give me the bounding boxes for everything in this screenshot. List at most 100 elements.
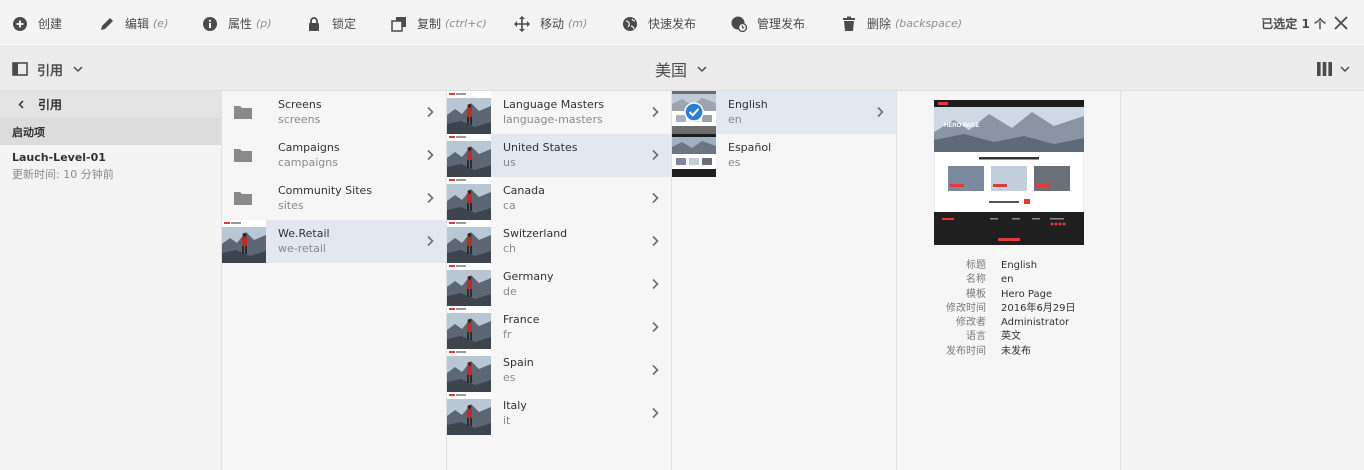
rail-section-header: 启动项 [0, 118, 221, 145]
column-row-es[interactable]: Español es [672, 134, 896, 177]
property-row: 发布时间 未发布 [897, 345, 1121, 359]
chevron-right-icon[interactable] [651, 278, 659, 290]
chevron-right-icon[interactable] [651, 192, 659, 204]
chevron-right-icon[interactable] [651, 321, 659, 333]
chevron-right-icon[interactable] [651, 407, 659, 419]
column-row-screens[interactable]: Screens screens [222, 91, 446, 134]
site-thumbnail [447, 349, 491, 392]
close-icon[interactable] [1332, 14, 1350, 32]
site-thumbnail [447, 91, 491, 134]
row-title: Spain [503, 356, 534, 369]
page-thumbnail [672, 91, 716, 134]
column-row-sites[interactable]: Community Sites sites [222, 177, 446, 220]
quick-publish-button[interactable]: 快速发布 [622, 0, 696, 47]
row-name: screens [278, 113, 321, 126]
quick-publish-label: 快速发布 [648, 17, 697, 31]
column-sites-root: Screens screens Campaigns campaigns Communit… [222, 91, 447, 470]
column-row-campaigns[interactable]: Campaigns campaigns [222, 134, 446, 177]
chevron-right-icon[interactable] [426, 235, 434, 247]
row-name: campaigns [278, 156, 338, 169]
chevron-right-icon[interactable] [426, 149, 434, 161]
property-value: Hero Page [1001, 288, 1053, 300]
column-row-ch[interactable]: Switzerland ch [447, 220, 671, 263]
row-title: We.Retail [278, 227, 330, 240]
chevron-right-icon[interactable] [651, 235, 659, 247]
folder-icon [234, 106, 252, 119]
properties-shortcut: (p) [256, 17, 272, 30]
row-name: us [503, 156, 516, 169]
column-row-us[interactable]: United States us [447, 134, 671, 177]
row-name: en [728, 113, 742, 126]
column-row-fr[interactable]: France fr [447, 306, 671, 349]
chevron-right-icon[interactable] [651, 106, 659, 118]
column-row-we-retail[interactable]: We.Retail we-retail [222, 220, 446, 263]
row-text: Switzerland ch [503, 227, 567, 257]
lock-icon [309, 16, 319, 31]
delete-button[interactable]: 删除 (backspace) [841, 0, 962, 47]
create-button[interactable]: 创建 [12, 0, 62, 47]
property-key: 模板 [966, 288, 986, 300]
move-button[interactable]: 移动 (m) [514, 0, 587, 47]
chevron-right-icon[interactable] [426, 106, 434, 118]
property-key: 标题 [966, 260, 986, 271]
rail-back-button[interactable]: 引用 [0, 91, 221, 118]
property-value: 英文 [1001, 331, 1021, 343]
site-thumbnail [447, 177, 491, 220]
property-value: English [1001, 260, 1038, 271]
chevron-down-icon [1340, 65, 1350, 72]
column-row-ca[interactable]: Canada ca [447, 177, 671, 220]
property-row: 标题 English [897, 259, 1121, 273]
page-title: 美国 [655, 61, 688, 80]
row-text: Community Sites sites [278, 184, 372, 214]
copy-button[interactable]: 复制 (ctrl+c) [391, 0, 487, 47]
row-title: Italy [503, 399, 527, 412]
site-thumbnail [447, 306, 491, 349]
launch-item[interactable]: Lauch-Level-01 更新时间: 10 分钟前 [0, 145, 221, 188]
row-text: Canada ca [503, 184, 545, 214]
property-key: 语言 [966, 331, 986, 343]
row-text: France fr [503, 313, 540, 343]
chevron-right-icon[interactable] [876, 106, 884, 118]
row-title: France [503, 313, 540, 326]
chevron-right-icon[interactable] [651, 364, 659, 376]
row-title: English [728, 98, 768, 111]
lock-label: 锁定 [332, 17, 357, 31]
chevron-right-icon[interactable] [651, 149, 659, 161]
column-row-it[interactable]: Italy it [447, 392, 671, 435]
properties-button[interactable]: 属性 (p) [202, 0, 272, 47]
plus-circle-icon [13, 16, 27, 31]
rail-toggle-label: 引用 [37, 63, 64, 79]
chevron-down-icon [73, 65, 83, 72]
breadcrumb-title-button[interactable]: 美国 [655, 47, 707, 91]
rail-back-label: 引用 [38, 98, 63, 112]
create-label: 创建 [38, 17, 63, 31]
column-row-language-masters[interactable]: Language Masters language-masters [447, 91, 671, 134]
column-row-es[interactable]: Spain es [447, 349, 671, 392]
site-thumbnail [447, 263, 491, 306]
row-name: ca [503, 199, 516, 212]
checkmark-icon [684, 102, 704, 122]
edit-button[interactable]: 编辑 (e) [99, 0, 168, 47]
folder-icon [234, 149, 252, 162]
column-united-states: English en Español es [672, 91, 897, 470]
row-name: it [503, 414, 511, 427]
view-switcher-button[interactable] [1317, 47, 1350, 91]
row-name: es [728, 156, 741, 169]
copy-icon [391, 16, 406, 32]
edit-label: 编辑 [125, 17, 150, 31]
lock-button[interactable]: 锁定 [306, 0, 356, 47]
rail-toggle-button[interactable]: 引用 [12, 47, 83, 91]
properties-label: 属性 [228, 17, 253, 31]
column-row-en[interactable]: English en [672, 91, 896, 134]
property-row: 修改时间 2016年6月29日 [897, 302, 1121, 316]
rail-panel-icon [12, 62, 28, 76]
manage-publish-label: 管理发布 [757, 17, 806, 31]
row-text: Language Masters language-masters [503, 98, 604, 128]
chevron-left-icon [18, 100, 24, 109]
chevron-right-icon[interactable] [426, 192, 434, 204]
row-title: Language Masters [503, 98, 605, 111]
globe-clock-icon [731, 16, 747, 32]
launch-name: Lauch-Level-01 [12, 151, 106, 164]
manage-publish-button[interactable]: 管理发布 [731, 0, 805, 47]
column-row-de[interactable]: Germany de [447, 263, 671, 306]
